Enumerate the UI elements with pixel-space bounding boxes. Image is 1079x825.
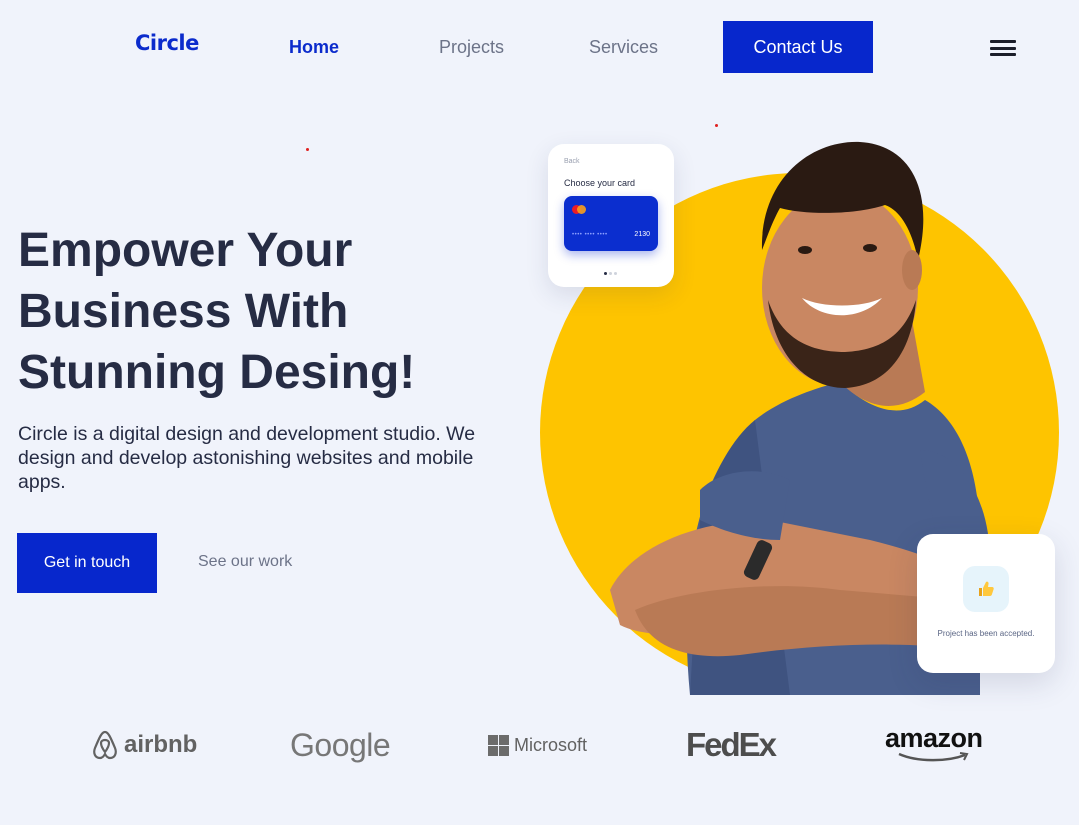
mastercard-icon-overlap (577, 205, 586, 214)
airbnb-wordmark: airbnb (124, 731, 198, 758)
amazon-wordmark: amazon (885, 723, 983, 753)
airbnb-icon (93, 730, 117, 760)
brand-fedex-logo: FedEx (686, 726, 777, 763)
nav-link-services[interactable]: Services (589, 37, 658, 58)
choose-card-title: Choose your card (564, 178, 636, 188)
logo[interactable]: Circle (135, 31, 199, 55)
hero-title: Empower Your Business With Stunning Desi… (18, 220, 478, 403)
nav-link-projects[interactable]: Projects (439, 37, 504, 58)
brand-airbnb-logo: airbnb (90, 725, 197, 765)
see-our-work-link[interactable]: See our work (198, 553, 292, 571)
brand-microsoft-logo: Microsoft (488, 725, 587, 765)
microsoft-wordmark: Microsoft (514, 734, 588, 755)
nav-link-home[interactable]: Home (289, 37, 339, 58)
project-accepted-widget: Project has been accepted. (917, 534, 1055, 673)
card-number-mask: •••• •••• •••• (572, 232, 608, 238)
get-in-touch-button[interactable]: Get in touch (17, 533, 157, 593)
microsoft-icon (488, 734, 509, 756)
decorative-dot (306, 148, 309, 151)
hamburger-menu-icon[interactable] (990, 40, 1016, 56)
hero-title-line-2: Business With (18, 285, 349, 338)
project-accepted-text: Project has been accepted. (937, 629, 1035, 638)
credit-card[interactable]: •••• •••• •••• 2130 (564, 196, 658, 251)
choose-card-widget: Back Choose your card •••• •••• •••• 213… (548, 144, 674, 287)
card-last-digits: 2130 (634, 231, 650, 238)
hero-title-line-3: Stunning Desing! (18, 346, 416, 399)
brand-google-logo: Google (290, 726, 391, 763)
contact-us-button[interactable]: Contact Us (723, 21, 873, 73)
hero-description: Circle is a digital design and developme… (18, 423, 476, 493)
amazon-smile-icon (898, 752, 969, 762)
hero-title-line-1: Empower Your (18, 224, 353, 277)
brand-amazon-logo: amazon (885, 724, 983, 764)
thumbs-up-icon (963, 566, 1009, 612)
card-pager (604, 272, 617, 275)
back-link[interactable]: Back (564, 158, 580, 165)
